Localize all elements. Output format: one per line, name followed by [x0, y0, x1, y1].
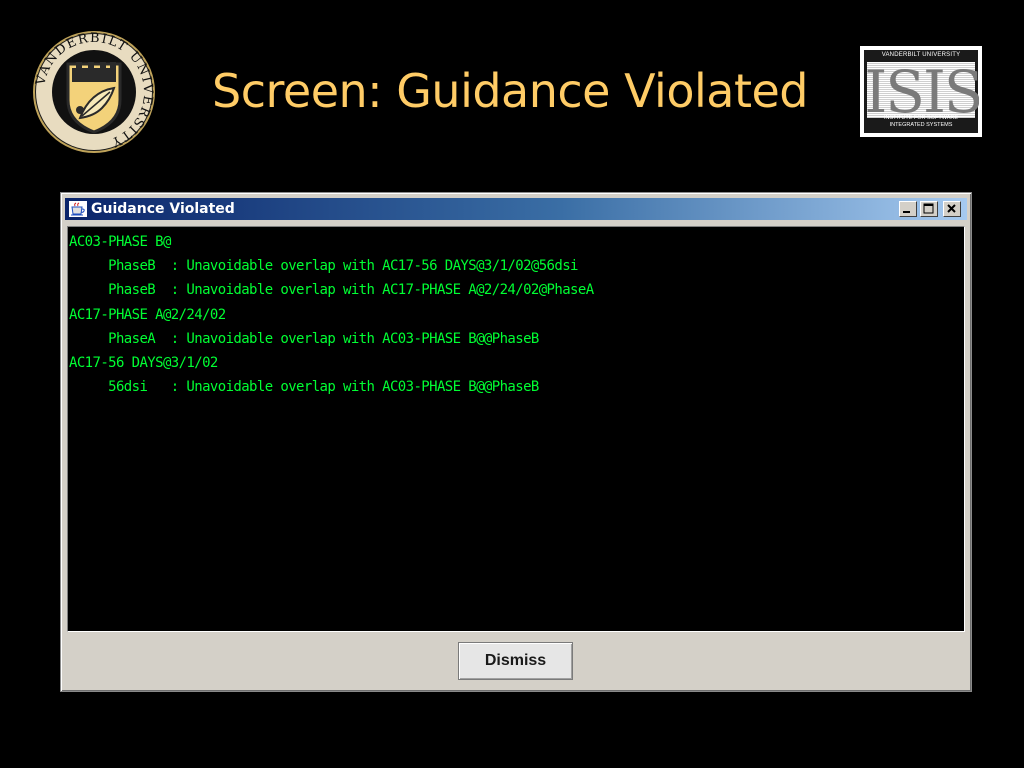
minimize-icon: [903, 211, 910, 213]
slide-title: Screen: Guidance Violated: [212, 64, 809, 118]
console-lines: AC03-PHASE B@ PhaseB : Unavoidable overl…: [69, 230, 594, 399]
close-icon: [947, 204, 956, 213]
dismiss-button[interactable]: Dismiss: [458, 642, 573, 680]
console-line: PhaseB : Unavoidable overlap with AC17-P…: [69, 282, 594, 299]
console-line: AC17-PHASE A@2/24/02: [69, 306, 226, 323]
console-line: AC03-PHASE B@: [69, 234, 171, 250]
console-line: 56dsi : Unavoidable overlap with AC03-PH…: [69, 379, 539, 396]
maximize-icon: [923, 203, 934, 214]
console-line: PhaseB : Unavoidable overlap with AC17-5…: [69, 258, 578, 275]
isis-logo-letters: ISIS: [867, 62, 979, 118]
isis-logo: VANDERBILT UNIVERSITY ISIS INSTITUTE FOR…: [860, 46, 982, 137]
console-line: AC17-56 DAYS@3/1/02: [69, 354, 218, 371]
window-titlebar[interactable]: Guidance Violated: [65, 198, 967, 220]
console-line: PhaseA : Unavoidable overlap with AC03-P…: [69, 330, 539, 347]
guidance-violated-window: Guidance Violated AC03-PHASE B@ PhaseB :…: [60, 192, 972, 692]
isis-logo-bottom-text: INSTITUTE FOR SOFTWARE INTEGRATED SYSTEM…: [864, 115, 978, 132]
violations-console[interactable]: AC03-PHASE B@ PhaseB : Unavoidable overl…: [67, 226, 965, 632]
vanderbilt-seal-logo: VANDERBILT UNIVERSITY: [32, 30, 156, 154]
close-button[interactable]: [943, 201, 961, 217]
maximize-button[interactable]: [920, 201, 938, 217]
isis-logo-line1: INSTITUTE FOR SOFTWARE: [883, 115, 959, 121]
java-coffee-cup-icon: [69, 201, 87, 217]
isis-logo-line2: INTEGRATED SYSTEMS: [889, 122, 953, 128]
minimize-button[interactable]: [899, 201, 917, 217]
window-title: Guidance Violated: [91, 201, 235, 217]
isis-logo-top-text: VANDERBILT UNIVERSITY: [881, 52, 961, 58]
isis-logo-mark: ISIS: [867, 62, 979, 118]
